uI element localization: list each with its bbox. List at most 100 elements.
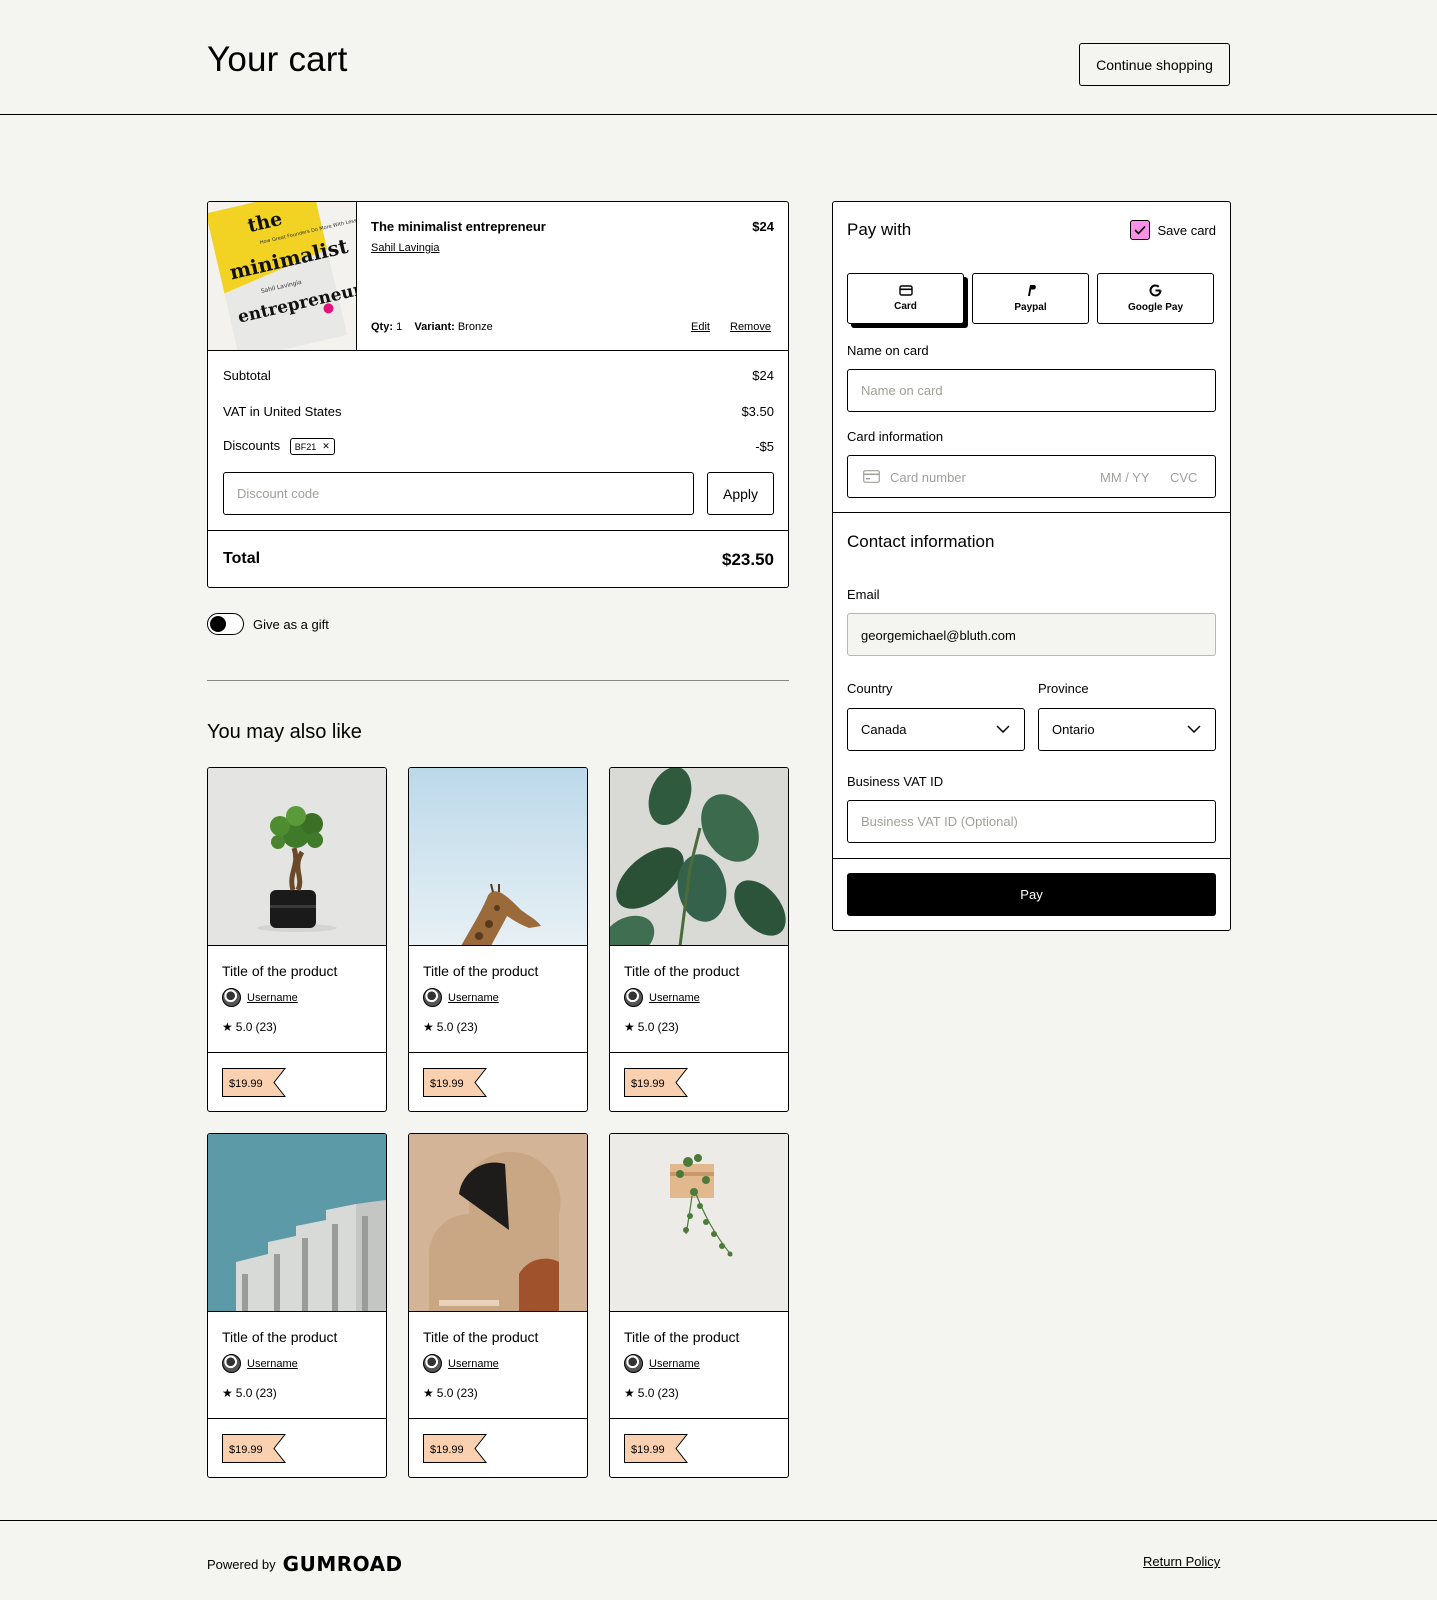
product-creator[interactable]: Username xyxy=(624,1354,700,1373)
gumroad-logo[interactable]: GUMROAD xyxy=(283,1552,403,1576)
save-card-checkbox-row[interactable]: Save card xyxy=(1130,220,1216,240)
price-tag: $19.99 xyxy=(423,1068,487,1097)
product-title[interactable]: Title of the product xyxy=(222,1329,337,1345)
product-card[interactable]: Title of the product Username ★ 5.0 (23) $… xyxy=(408,767,588,1112)
product-creator[interactable]: Username xyxy=(222,988,298,1007)
remove-discount-icon[interactable]: ✕ xyxy=(322,441,330,452)
price-tag: $19.99 xyxy=(624,1068,688,1097)
pay-method-paypal[interactable]: Paypal xyxy=(972,273,1089,324)
username-link[interactable]: Username xyxy=(247,992,298,1004)
discounts-label: Discounts xyxy=(223,438,281,453)
vat-row: VAT in United States $3.50 xyxy=(223,404,774,419)
avatar xyxy=(222,988,241,1007)
username-link[interactable]: Username xyxy=(448,992,499,1004)
username-link[interactable]: Username xyxy=(448,1358,499,1370)
edit-item-link[interactable]: Edit xyxy=(691,321,710,333)
rating-count: (23) xyxy=(255,1386,277,1400)
price-value: $19.99 xyxy=(430,1078,464,1090)
qty-value: 1 xyxy=(396,321,403,333)
province-value: Ontario xyxy=(1052,722,1095,737)
apply-discount-button[interactable]: Apply xyxy=(707,472,774,515)
gift-label: Give as a gift xyxy=(253,616,329,632)
product-creator[interactable]: Username xyxy=(423,1354,499,1373)
rating-count: (23) xyxy=(657,1386,679,1400)
product-card[interactable]: Title of the product Username ★ 5.0 (23) $… xyxy=(609,1133,789,1478)
paypal-icon xyxy=(1027,285,1036,296)
qty-label: Qty: xyxy=(371,321,393,333)
return-policy-link[interactable]: Return Policy xyxy=(1143,1554,1220,1569)
checkmark-icon xyxy=(1134,225,1147,235)
variant-label: Variant: xyxy=(414,321,455,333)
vat-id-input[interactable] xyxy=(847,800,1216,843)
product-creator[interactable]: Username xyxy=(222,1354,298,1373)
rating-value: 5.0 xyxy=(637,1386,655,1400)
province-select[interactable]: Ontario xyxy=(1038,708,1216,751)
total-label: Total xyxy=(223,550,261,567)
cart-summary-card: the How Great Founders Do More With Less… xyxy=(207,201,789,588)
product-card[interactable]: Title of the product Username ★ 5.0 (23) $… xyxy=(408,1133,588,1478)
rating-count: (23) xyxy=(255,1020,277,1034)
price-value: $19.99 xyxy=(631,1444,665,1456)
product-title[interactable]: Title of the product xyxy=(423,1329,538,1345)
product-card[interactable]: Title of the product Username ★ 5.0 (23) $… xyxy=(207,1133,387,1478)
page-footer: Powered by GUMROAD Return Policy xyxy=(0,1520,1437,1600)
remove-item-link[interactable]: Remove xyxy=(730,321,771,333)
username-link[interactable]: Username xyxy=(649,992,700,1004)
rating-value: 5.0 xyxy=(235,1386,253,1400)
product-thumbnail[interactable]: the How Great Founders Do More With Less… xyxy=(208,202,357,350)
product-title[interactable]: Title of the product xyxy=(222,963,337,979)
save-card-checkbox[interactable] xyxy=(1130,220,1151,240)
star-icon: ★ xyxy=(624,1020,635,1034)
pay-button[interactable]: Pay xyxy=(847,873,1216,916)
subtotal-value: $24 xyxy=(752,368,774,383)
gift-toggle[interactable] xyxy=(207,613,244,635)
star-icon: ★ xyxy=(423,1020,434,1034)
avatar xyxy=(423,988,442,1007)
price-value: $19.99 xyxy=(631,1078,665,1090)
cvc-placeholder[interactable]: CVC xyxy=(1170,470,1197,485)
product-rating: ★ 5.0 (23) xyxy=(624,1386,679,1400)
username-link[interactable]: Username xyxy=(247,1358,298,1370)
product-creator[interactable]: Username xyxy=(624,988,700,1007)
product-author-link[interactable]: Sahil Lavingia xyxy=(371,242,440,254)
expiry-placeholder[interactable]: MM / YY xyxy=(1100,470,1150,485)
pay-method-google-pay[interactable]: Google Pay xyxy=(1097,273,1214,324)
card-number-placeholder[interactable]: Card number xyxy=(890,470,966,485)
star-icon: ★ xyxy=(222,1020,233,1034)
card-information-field[interactable]: Card number MM / YY CVC xyxy=(847,455,1216,498)
chevron-down-icon xyxy=(996,725,1010,733)
google-icon xyxy=(1149,284,1162,297)
product-title[interactable]: Title of the product xyxy=(624,963,739,979)
card-icon xyxy=(898,285,913,296)
name-on-card-label: Name on card xyxy=(847,343,929,358)
price-tag: $19.99 xyxy=(624,1434,688,1463)
province-label: Province xyxy=(1038,681,1089,696)
product-image-bonsai xyxy=(208,768,386,946)
product-image-shapes xyxy=(409,1134,587,1312)
product-title[interactable]: The minimalist entrepreneur xyxy=(371,219,546,234)
product-title[interactable]: Title of the product xyxy=(423,963,538,979)
username-link[interactable]: Username xyxy=(649,1358,700,1370)
payment-card: Pay with Save card Card Paypal Google Pa… xyxy=(832,201,1231,931)
price-value: $19.99 xyxy=(430,1444,464,1456)
product-price: $24 xyxy=(752,219,774,234)
name-on-card-input[interactable] xyxy=(847,369,1216,412)
save-card-label: Save card xyxy=(1157,222,1216,238)
email-field[interactable]: georgemichael@bluth.com xyxy=(847,613,1216,656)
subtotal-label: Subtotal xyxy=(223,368,271,383)
pay-method-card[interactable]: Card xyxy=(847,273,964,324)
page-header: Your cart Continue shopping xyxy=(0,0,1437,115)
section-divider xyxy=(833,512,1230,513)
credit-card-icon xyxy=(863,470,880,483)
discount-code-input[interactable] xyxy=(223,472,694,515)
vat-value: $3.50 xyxy=(741,404,774,419)
country-select[interactable]: Canada xyxy=(847,708,1025,751)
rating-value: 5.0 xyxy=(436,1386,454,1400)
continue-shopping-button[interactable]: Continue shopping xyxy=(1079,43,1230,86)
subtotal-row: Subtotal $24 xyxy=(223,368,774,383)
product-card[interactable]: Title of the product Username ★ 5.0 (23) $… xyxy=(207,767,387,1112)
product-creator[interactable]: Username xyxy=(423,988,499,1007)
product-card[interactable]: Title of the product Username ★ 5.0 (23) $… xyxy=(609,767,789,1112)
product-title[interactable]: Title of the product xyxy=(624,1329,739,1345)
discount-code-text: BF21 xyxy=(294,441,317,452)
